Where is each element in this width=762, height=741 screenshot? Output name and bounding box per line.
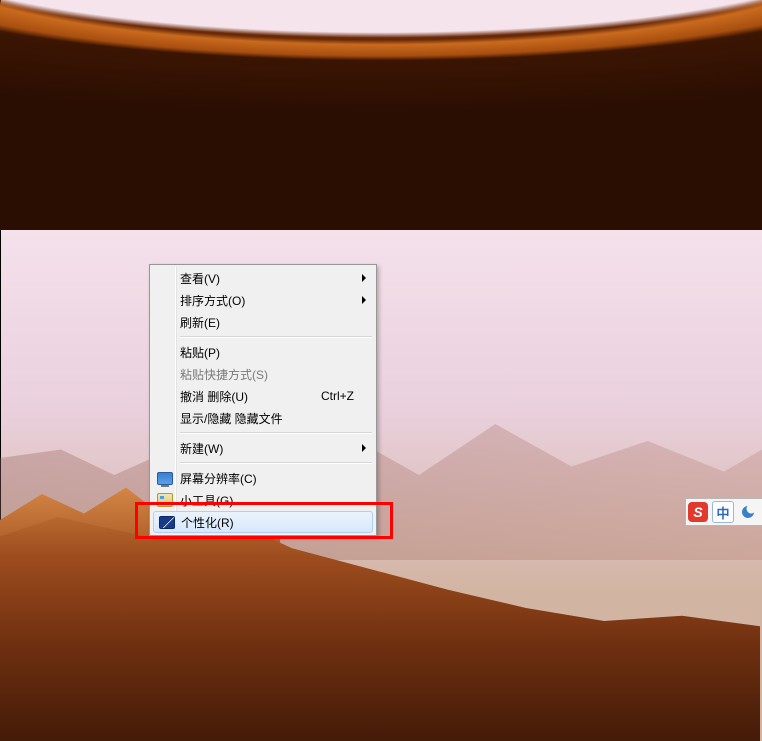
menu-item-label: 显示/隐藏 隐藏文件: [180, 410, 354, 427]
menu-item-undo-delete[interactable]: 撤消 删除(U) Ctrl+Z: [152, 385, 374, 407]
submenu-arrow-icon: [362, 274, 366, 282]
window-left-border: [0, 0, 1, 741]
submenu-arrow-icon: [362, 296, 366, 304]
menu-item-gadgets[interactable]: 小工具(G): [152, 489, 374, 511]
wallpaper-plateau-lower: [0, 491, 760, 741]
menu-item-paste[interactable]: 粘贴(P): [152, 341, 374, 363]
ime-language-bar[interactable]: S 中: [685, 498, 762, 526]
menu-item-screen-resolution[interactable]: 屏幕分辨率(C): [152, 467, 374, 489]
gadget-icon: [157, 492, 173, 508]
menu-item-label: 个性化(R): [181, 514, 353, 531]
menu-item-personalize[interactable]: 个性化(R): [153, 511, 373, 533]
menu-item-view[interactable]: 查看(V): [152, 267, 374, 289]
desktop[interactable]: 查看(V) 排序方式(O) 刷新(E) 粘贴(P) 粘贴快捷方式(S) 撤消 删…: [0, 0, 762, 741]
menu-separator: [180, 336, 372, 338]
ime-moon-icon[interactable]: [738, 502, 758, 522]
menu-item-label: 小工具(G): [180, 492, 354, 509]
menu-item-sort[interactable]: 排序方式(O): [152, 289, 374, 311]
menu-item-paste-shortcut: 粘贴快捷方式(S): [152, 363, 374, 385]
menu-item-label: 刷新(E): [180, 314, 354, 331]
ime-language-label: 中: [716, 503, 729, 522]
menu-item-label: 撤消 删除(U): [180, 388, 309, 405]
desktop-context-menu[interactable]: 查看(V) 排序方式(O) 刷新(E) 粘贴(P) 粘贴快捷方式(S) 撤消 删…: [149, 264, 377, 536]
ime-language-button[interactable]: 中: [712, 501, 734, 523]
menu-item-label: 屏幕分辨率(C): [180, 470, 354, 487]
menu-item-label: 新建(W): [180, 440, 354, 457]
menu-item-new[interactable]: 新建(W): [152, 437, 374, 459]
menu-item-refresh[interactable]: 刷新(E): [152, 311, 374, 333]
sogou-ime-icon[interactable]: S: [688, 502, 708, 522]
menu-item-label: 粘贴(P): [180, 344, 354, 361]
personalize-icon: [159, 514, 175, 530]
menu-item-toggle-hidden[interactable]: 显示/隐藏 隐藏文件: [152, 407, 374, 429]
menu-separator: [180, 462, 372, 464]
wallpaper-overhang-glow: [0, 0, 762, 210]
menu-item-label: 粘贴快捷方式(S): [180, 366, 354, 383]
submenu-arrow-icon: [362, 444, 366, 452]
wallpaper-ridge: [0, 390, 762, 560]
menu-separator: [180, 432, 372, 434]
menu-item-shortcut: Ctrl+Z: [321, 389, 354, 403]
sogou-ime-label: S: [693, 504, 702, 520]
monitor-icon: [157, 470, 173, 486]
menu-item-label: 查看(V): [180, 270, 354, 287]
wallpaper-overhang: [0, 0, 762, 230]
menu-item-label: 排序方式(O): [180, 292, 354, 309]
